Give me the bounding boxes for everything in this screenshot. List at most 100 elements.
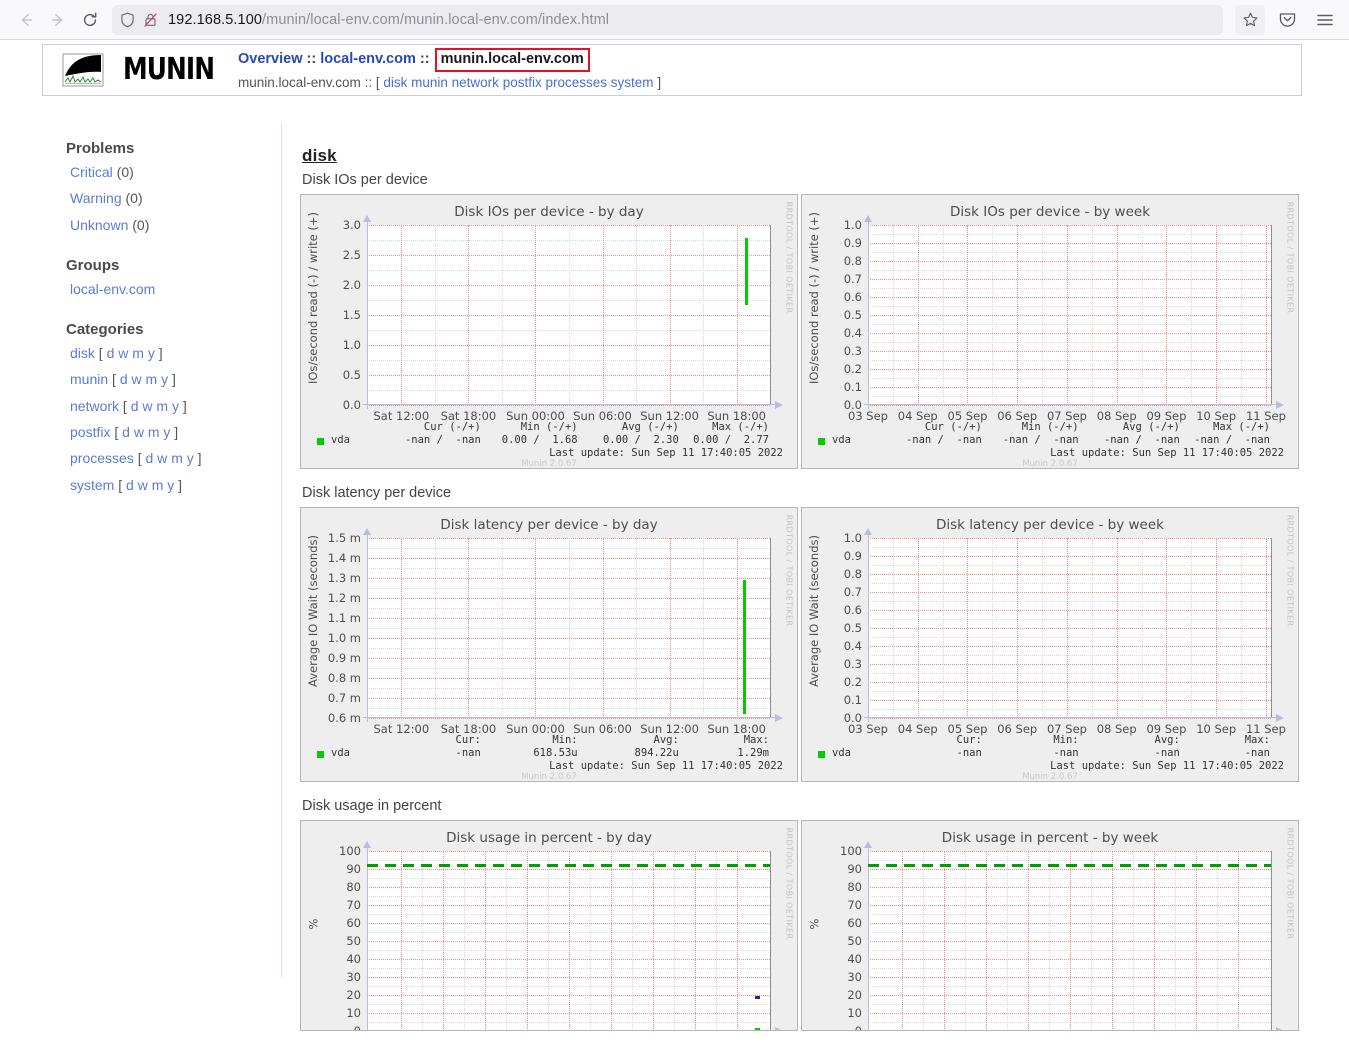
- sidebar-period-system-w[interactable]: w: [138, 477, 148, 493]
- breadcrumb-overview-link[interactable]: Overview: [238, 51, 303, 67]
- back-button[interactable]: [10, 4, 42, 36]
- graph-panel-disk-usage-week[interactable]: Disk usage in percent - by week% RRDTOOL …: [801, 820, 1299, 1031]
- lock-crossed-icon[interactable]: [143, 12, 158, 28]
- sidebar-period-network-w[interactable]: w: [142, 398, 152, 414]
- graph-panel-disk-latency-week[interactable]: Disk latency per device - by week Average…: [801, 507, 1299, 782]
- header-category-link-network[interactable]: network: [452, 75, 499, 90]
- header-category-link-disk[interactable]: disk: [383, 75, 407, 90]
- sidebar-problems-title: Problems: [66, 140, 135, 157]
- sidebar-period-network-d[interactable]: d: [131, 398, 139, 414]
- y-tick-label: 0.3: [843, 657, 862, 671]
- sidebar-category-link-processes[interactable]: processes: [70, 450, 134, 466]
- sidebar-problem-link-warning[interactable]: Warning: [70, 190, 122, 206]
- graph-panel-disk-ios-week[interactable]: Disk IOs per device - by week IOs/second …: [801, 194, 1299, 469]
- graph-plot-area: 0.0 0.1 0.2 0.3 0.4 0.5 0.6 0.7 0.8 0.9 1.0 03 Sep 0…: [844, 215, 1286, 423]
- gridline-v-minor: [506, 851, 508, 1030]
- y-tick-label: 60: [346, 916, 361, 930]
- sidebar-period-processes-m[interactable]: m: [171, 450, 183, 466]
- header-category-links: disk munin network postfix processes sys…: [383, 75, 653, 90]
- sidebar-period-postfix-w[interactable]: w: [134, 424, 144, 440]
- gridline-v-minor: [636, 538, 638, 718]
- sidebar-problem-link-unknown[interactable]: Unknown: [70, 217, 128, 233]
- sidebar-period-system-d[interactable]: d: [126, 477, 134, 493]
- sidebar-period-disk-d[interactable]: d: [107, 345, 115, 361]
- gridline-h: [868, 225, 1271, 226]
- sidebar-period-munin-d[interactable]: d: [120, 371, 128, 387]
- sidebar-group-link[interactable]: local-env.com: [70, 281, 155, 297]
- gridline-v: [1028, 851, 1030, 1030]
- gridline-v: [736, 851, 738, 1030]
- gridline-v: [610, 851, 612, 1030]
- gridline-v-minor: [965, 851, 967, 1030]
- app-menu-button[interactable]: [1311, 6, 1339, 34]
- sidebar-period-processes-w[interactable]: w: [157, 450, 167, 466]
- header-category-link-processes[interactable]: processes: [546, 75, 608, 90]
- sidebar-category-link-system[interactable]: system: [70, 477, 114, 493]
- sidebar-problem-link-critical[interactable]: Critical: [70, 164, 113, 180]
- gridline-h-minor: [868, 270, 1271, 271]
- graph-title: Disk usage in percent - by week: [941, 830, 1159, 846]
- address-bar[interactable]: 192.168.5.100/munin/local-env.com/munin.…: [112, 4, 1223, 35]
- graph-plot-area: 0.0 0.5 1.0 1.5 2.0 2.5 3.0 Sat 12:00 Sat 18:00 S…: [343, 215, 783, 423]
- gridline-h: [367, 405, 770, 406]
- bookmark-button[interactable]: [1235, 4, 1265, 35]
- header-category-link-system[interactable]: system: [611, 75, 654, 90]
- y-tick-label: 1.4 m: [327, 551, 361, 565]
- legend-color-swatch: [818, 751, 825, 758]
- gridline-h-minor: [868, 234, 1271, 235]
- gridline-v-minor: [942, 538, 944, 718]
- sidebar-period-network-m[interactable]: m: [156, 398, 168, 414]
- url-text[interactable]: 192.168.5.100/munin/local-env.com/munin.…: [168, 12, 1215, 28]
- legend-value: -nan: [1244, 747, 1270, 759]
- axis-arrow-right-icon: [1276, 401, 1284, 409]
- sidebar-period-disk-w[interactable]: w: [118, 345, 128, 361]
- graph-panel-disk-ios-day[interactable]: Disk IOs per device - by day IOs/second r…: [300, 194, 798, 469]
- sidebar-category-link-disk[interactable]: disk: [70, 345, 95, 361]
- graph-y-axis-label: IOs/second read (-) / write (+): [306, 211, 320, 384]
- graph-threshold-line: [367, 864, 770, 868]
- breadcrumb-group-link[interactable]: local-env.com: [320, 51, 416, 67]
- url-host: 192.168.5.100: [168, 11, 263, 28]
- breadcrumb-sep-2: ::: [415, 51, 434, 68]
- sidebar-period-postfix-m[interactable]: m: [148, 424, 160, 440]
- gridline-h-minor: [868, 673, 1271, 674]
- graph-legend: Cur: Min: Avg: Max: vda -nan 618.53u 894.22u 1.2…: [301, 734, 797, 773]
- forward-button[interactable]: [42, 4, 74, 36]
- sidebar-period-munin-w[interactable]: w: [132, 371, 142, 387]
- y-tick-label: 1.2 m: [327, 591, 361, 605]
- sidebar-period-munin-m[interactable]: m: [146, 371, 158, 387]
- gridline-h-minor: [868, 547, 1271, 548]
- gridline-h: [868, 610, 1271, 611]
- header-category-link-munin[interactable]: munin: [411, 75, 448, 90]
- gridline-v-minor: [1042, 538, 1044, 718]
- shield-icon[interactable]: [120, 12, 135, 28]
- legend-value: -nan: [1053, 747, 1079, 759]
- gridline-v: [468, 538, 470, 718]
- gridline-v-minor: [1049, 851, 1051, 1030]
- sidebar-category-postfix: postfix [ d w m y ]: [70, 422, 281, 442]
- legend-column-header: Avg (-/+): [1122, 421, 1180, 433]
- pocket-button[interactable]: [1273, 6, 1301, 34]
- gridline-v: [917, 538, 919, 718]
- y-tick-label: 90: [847, 862, 862, 876]
- legend-value: -nan / -nan: [1103, 434, 1180, 446]
- header-category-link-postfix[interactable]: postfix: [503, 75, 542, 90]
- graph-panel-disk-latency-day[interactable]: Disk latency per device - by day Average …: [300, 507, 798, 782]
- sidebar-period-processes-d[interactable]: d: [145, 450, 153, 466]
- sidebar-category-link-munin[interactable]: munin: [70, 371, 108, 387]
- legend-series-name: vda: [331, 434, 350, 446]
- reload-button[interactable]: [74, 4, 106, 36]
- sidebar-period-disk-m[interactable]: m: [132, 345, 144, 361]
- axis-arrow-up-icon: [363, 841, 371, 848]
- sidebar-period-disk-y[interactable]: y: [148, 345, 155, 361]
- sidebar-period-network-y[interactable]: y: [172, 398, 179, 414]
- sidebar-category-link-network[interactable]: network: [70, 398, 119, 414]
- graph-panel-disk-usage-day[interactable]: Disk usage in percent - by day% RRDTOOL /…: [300, 820, 798, 1031]
- sidebar-period-system-m[interactable]: m: [152, 477, 164, 493]
- sidebar-period-processes-y[interactable]: y: [187, 450, 194, 466]
- sidebar-period-postfix-d[interactable]: d: [122, 424, 130, 440]
- sidebar-category-link-postfix[interactable]: postfix: [70, 424, 110, 440]
- y-tick-label: 0.1: [843, 693, 862, 707]
- bracket-open: [: [108, 371, 120, 388]
- gridline-v-minor: [548, 851, 550, 1030]
